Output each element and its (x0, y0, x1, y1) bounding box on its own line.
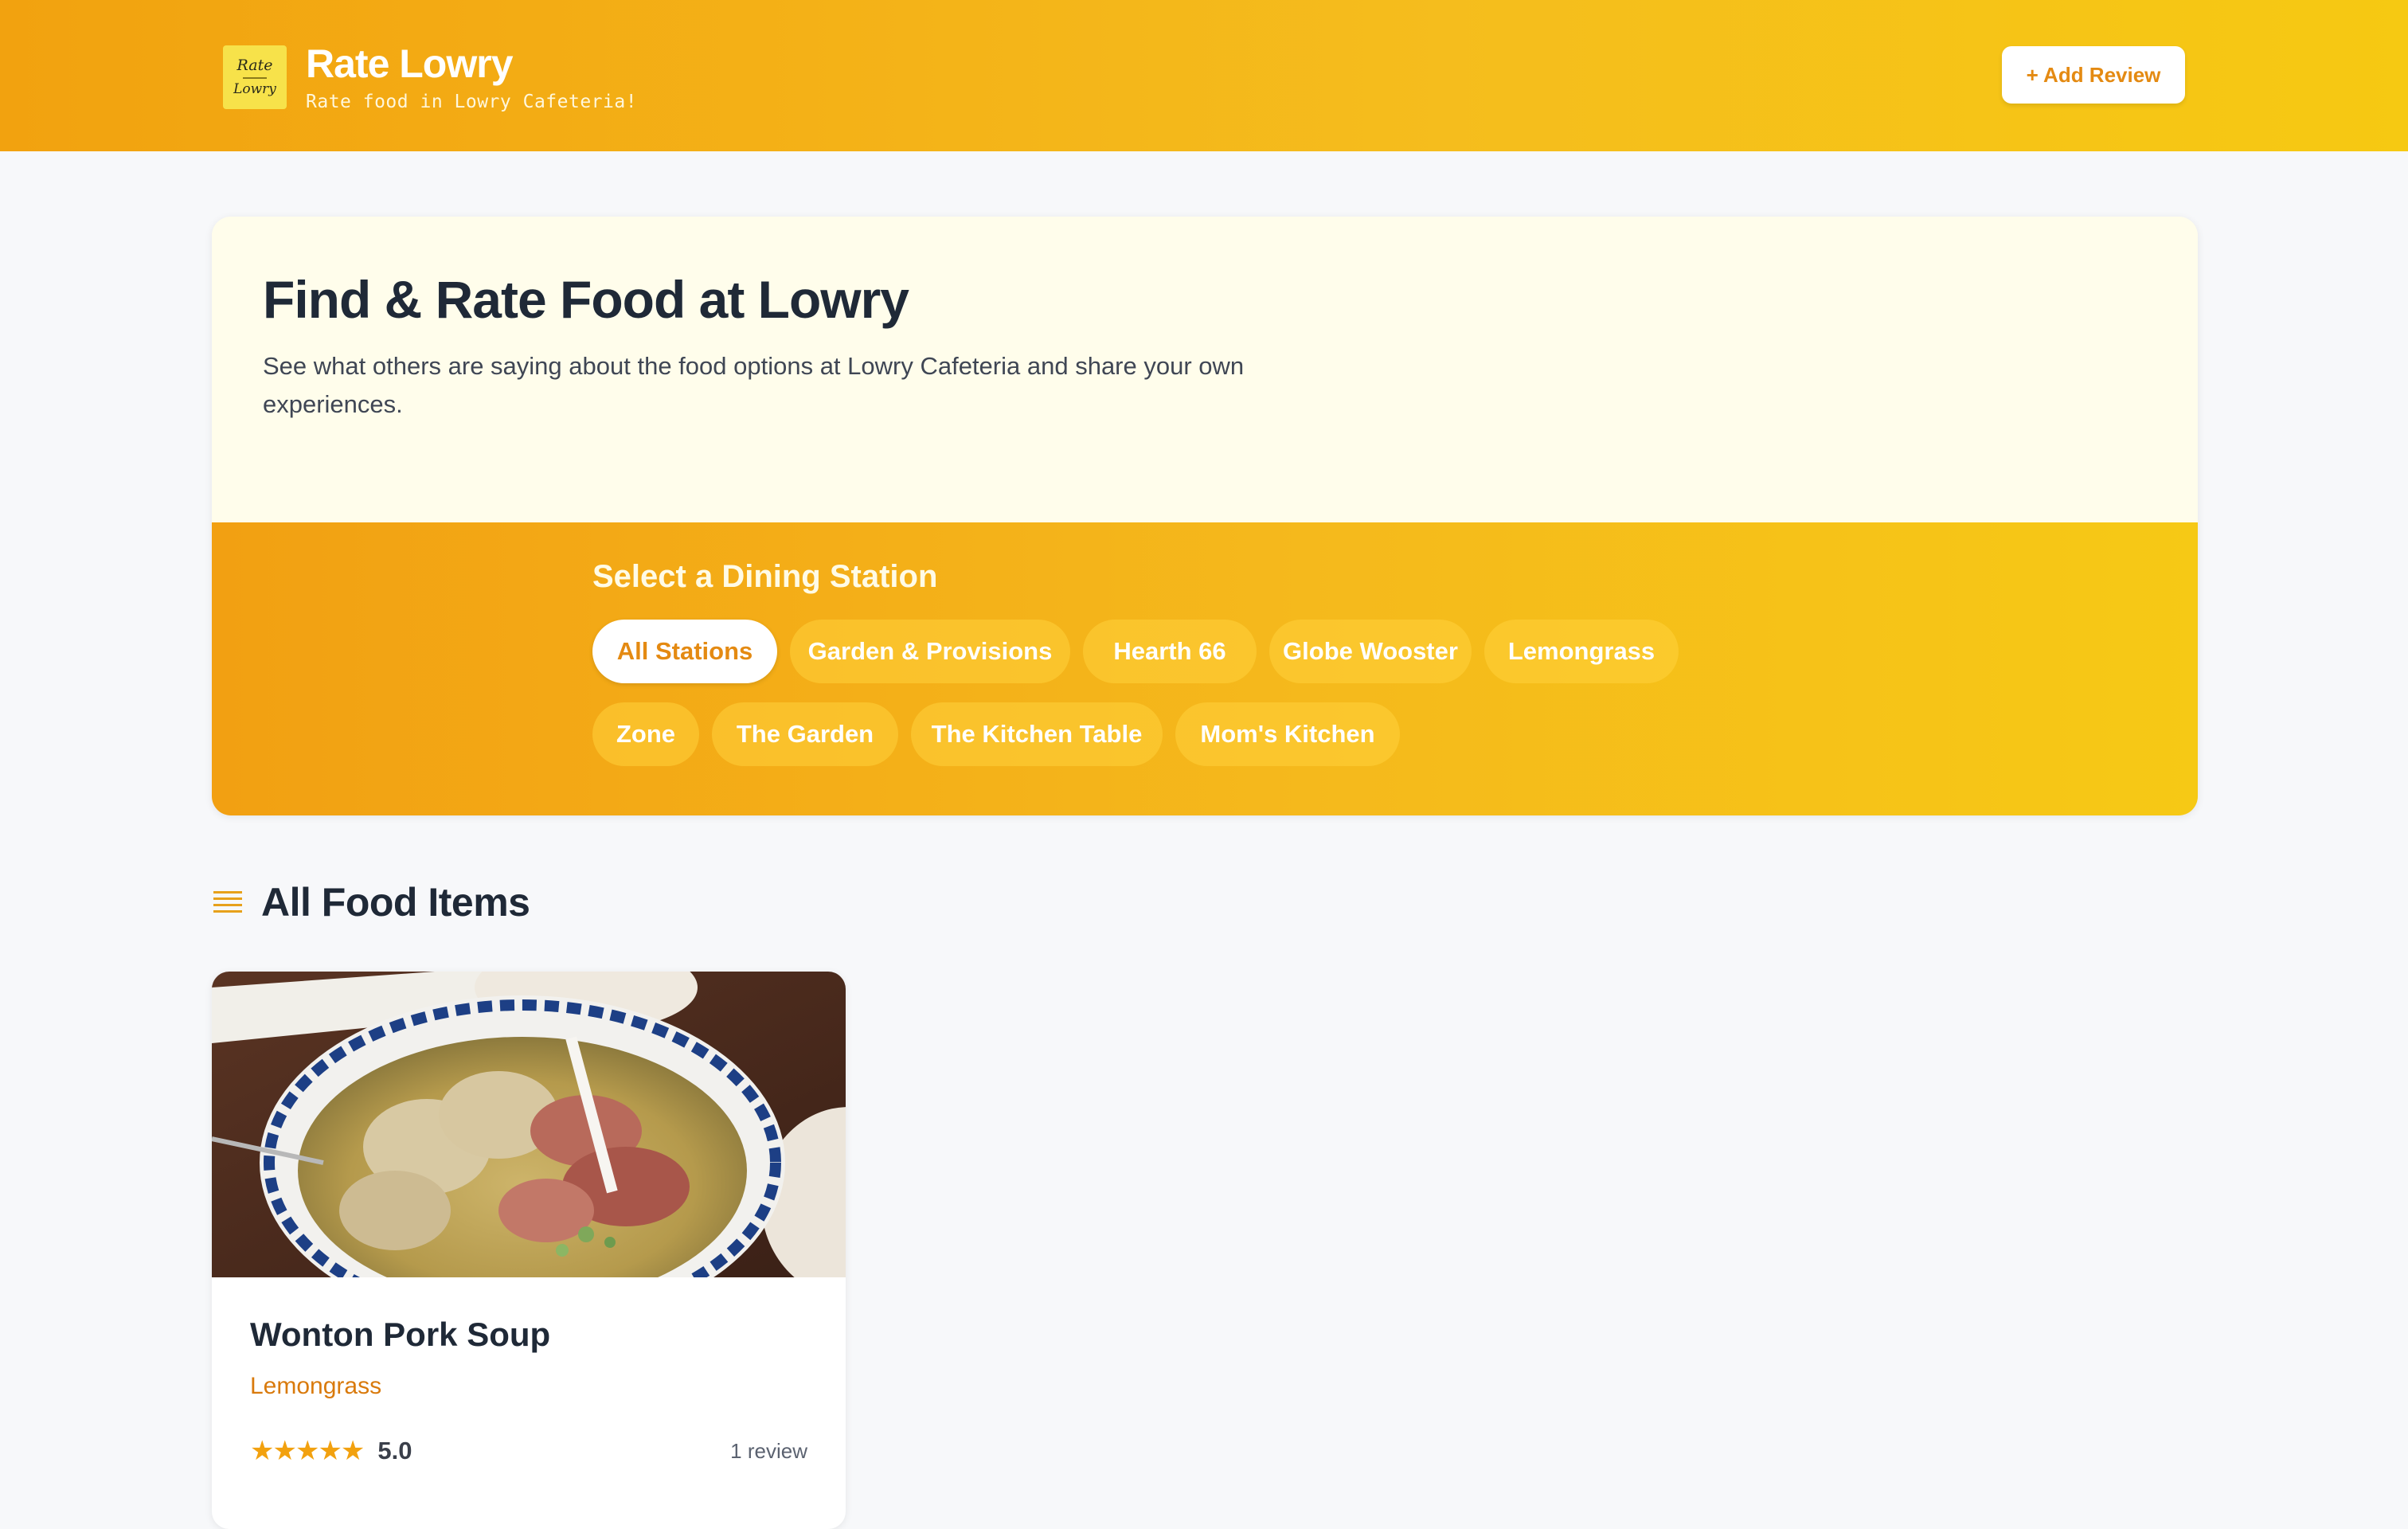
logo-text-top: Rate (236, 57, 273, 75)
app-title: Rate Lowry (306, 41, 514, 86)
station-pill-the-kitchen-table[interactable]: The Kitchen Table (911, 702, 1163, 766)
food-name[interactable]: Wonton Pork Soup (250, 1316, 550, 1354)
logo-divider (243, 77, 267, 80)
station-pill-garden-provisions[interactable]: Garden & Provisions (790, 620, 1070, 683)
station-selector-heading: Select a Dining Station (592, 559, 938, 594)
hero-card: Find & Rate Food at Lowry See what other… (212, 217, 2198, 815)
section-title: All Food Items (261, 880, 530, 925)
food-image (212, 972, 846, 1277)
food-card[interactable]: Wonton Pork Soup Lemongrass ★★★★★ 5.0 1 … (212, 972, 846, 1529)
brand-text: Rate Lowry Rate food in Lowry Cafeteria! (306, 43, 637, 112)
station-pill-hearth-66[interactable]: Hearth 66 (1083, 620, 1257, 683)
page-description: See what others are saying about the foo… (263, 352, 1245, 418)
rating-row: ★★★★★ 5.0 1 review (250, 1433, 807, 1468)
station-selector: Select a Dining Station All Stations Gar… (212, 522, 2198, 815)
app-subtitle: Rate food in Lowry Cafeteria! (306, 91, 638, 112)
top-header: Rate Lowry Rate Lowry Rate food in Lowry… (0, 0, 2408, 151)
section-heading: All Food Items (213, 879, 530, 925)
station-pill-moms-kitchen[interactable]: Mom's Kitchen (1175, 702, 1400, 766)
hero-intro: Find & Rate Food at Lowry See what other… (212, 217, 2198, 522)
add-review-button[interactable]: + Add Review (2002, 46, 2185, 104)
station-pill-all-stations[interactable]: All Stations (592, 620, 777, 683)
food-station: Lemongrass (250, 1373, 382, 1399)
brand[interactable]: Rate Lowry Rate Lowry Rate food in Lowry… (223, 43, 637, 112)
logo: Rate Lowry (223, 45, 287, 110)
station-pill-the-garden[interactable]: The Garden (712, 702, 898, 766)
station-pill-globe-wooster[interactable]: Globe Wooster (1269, 620, 1472, 683)
station-pill-lemongrass[interactable]: Lemongrass (1484, 620, 1679, 683)
page-title: Find & Rate Food at Lowry (263, 270, 909, 329)
logo-text-bottom: Lowry (233, 81, 276, 98)
review-count: 1 review (730, 1438, 807, 1463)
rating-score: 5.0 (377, 1437, 412, 1464)
station-pill-zone[interactable]: Zone (592, 702, 699, 766)
star-rating-icon: ★★★★★ (250, 1435, 365, 1467)
list-icon (213, 888, 242, 917)
